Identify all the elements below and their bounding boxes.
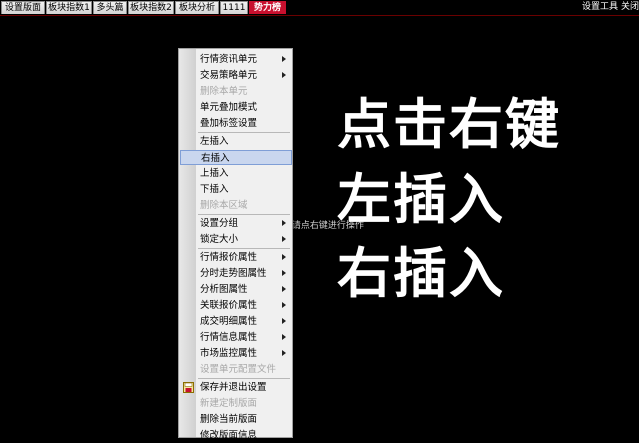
menu-item-save-and-exit[interactable]: 保存并退出设置: [180, 380, 292, 395]
menu-item-insert-right[interactable]: 右插入: [180, 150, 292, 165]
close-button[interactable]: 关闭: [621, 1, 639, 14]
tab-4[interactable]: 板块分析: [175, 1, 219, 14]
submenu-arrow-icon: [282, 236, 286, 242]
tab-0[interactable]: 设置版面: [1, 1, 45, 14]
menu-item-insert-above[interactable]: 上插入: [180, 166, 292, 181]
menu-separator: [198, 132, 290, 133]
menu-item-quote-info-unit[interactable]: 行情资讯单元: [180, 52, 292, 67]
tab-1[interactable]: 板块指数1: [46, 1, 92, 14]
menu-item-delete-current-layout[interactable]: 删除当前版面: [180, 412, 292, 427]
menu-item-linked-quote-properties[interactable]: 关联报价属性: [180, 298, 292, 313]
menu-item-set-group[interactable]: 设置分组: [180, 216, 292, 231]
menu-item-new-custom-layout: 新建定制版面: [200, 398, 258, 409]
menu-item-timeshare-chart-properties[interactable]: 分时走势图属性: [180, 266, 292, 281]
overlay-line-2: 左插入: [337, 167, 505, 231]
settings-tools-button[interactable]: 设置工具: [582, 1, 618, 14]
menu-item-market-monitor-properties[interactable]: 市场监控属性: [180, 346, 292, 361]
menu-item-quote-properties[interactable]: 行情报价属性: [180, 250, 292, 265]
save-exit-icon: [183, 382, 194, 393]
menu-separator: [198, 378, 290, 379]
tab-6-active[interactable]: 势力榜: [249, 1, 286, 14]
menu-item-overlay-mode[interactable]: 单元叠加模式: [180, 100, 292, 115]
menu-item-quote-info-properties[interactable]: 行情信息属性: [180, 330, 292, 345]
submenu-arrow-icon: [282, 318, 286, 324]
submenu-arrow-icon: [282, 72, 286, 78]
menu-item-overlay-tab-settings[interactable]: 叠加标签设置: [180, 116, 292, 131]
layout-tab-bar: 设置版面 板块指数1 多头篇 板块指数2 板块分析 1111 势力榜 设置工具 …: [0, 0, 639, 16]
tab-5[interactable]: 1111: [220, 1, 248, 14]
menu-item-lock-size[interactable]: 锁定大小: [180, 232, 292, 247]
menu-item-delete-unit: 删除本单元: [200, 86, 248, 97]
overlay-line-3: 右插入: [337, 241, 505, 305]
menu-item-insert-below[interactable]: 下插入: [180, 182, 292, 197]
submenu-arrow-icon: [282, 254, 286, 260]
submenu-arrow-icon: [282, 220, 286, 226]
submenu-arrow-icon: [282, 302, 286, 308]
menu-item-trading-strategy-unit[interactable]: 交易策略单元: [180, 68, 292, 83]
submenu-arrow-icon: [282, 350, 286, 356]
menu-item-edit-layout-info[interactable]: 修改版面信息: [180, 428, 292, 443]
tab-2[interactable]: 多头篇: [93, 1, 127, 14]
submenu-arrow-icon: [282, 334, 286, 340]
menu-item-unit-config-file: 设置单元配置文件: [200, 364, 277, 375]
submenu-arrow-icon: [282, 270, 286, 276]
menu-item-analysis-chart-properties[interactable]: 分析图属性: [180, 282, 292, 297]
context-menu: 行情资讯单元 交易策略单元 删除本单元 单元叠加模式 叠加标签设置 左插入 右插…: [178, 48, 293, 441]
menu-item-trade-detail-properties[interactable]: 成交明细属性: [180, 314, 292, 329]
overlay-line-1: 点击右键: [337, 92, 561, 156]
menu-item-insert-left[interactable]: 左插入: [180, 134, 292, 149]
submenu-arrow-icon: [282, 56, 286, 62]
menu-separator: [198, 248, 290, 249]
submenu-arrow-icon: [282, 286, 286, 292]
menu-item-delete-region: 删除本区域: [200, 200, 248, 211]
tab-3[interactable]: 板块指数2: [128, 1, 174, 14]
menu-separator: [198, 214, 290, 215]
